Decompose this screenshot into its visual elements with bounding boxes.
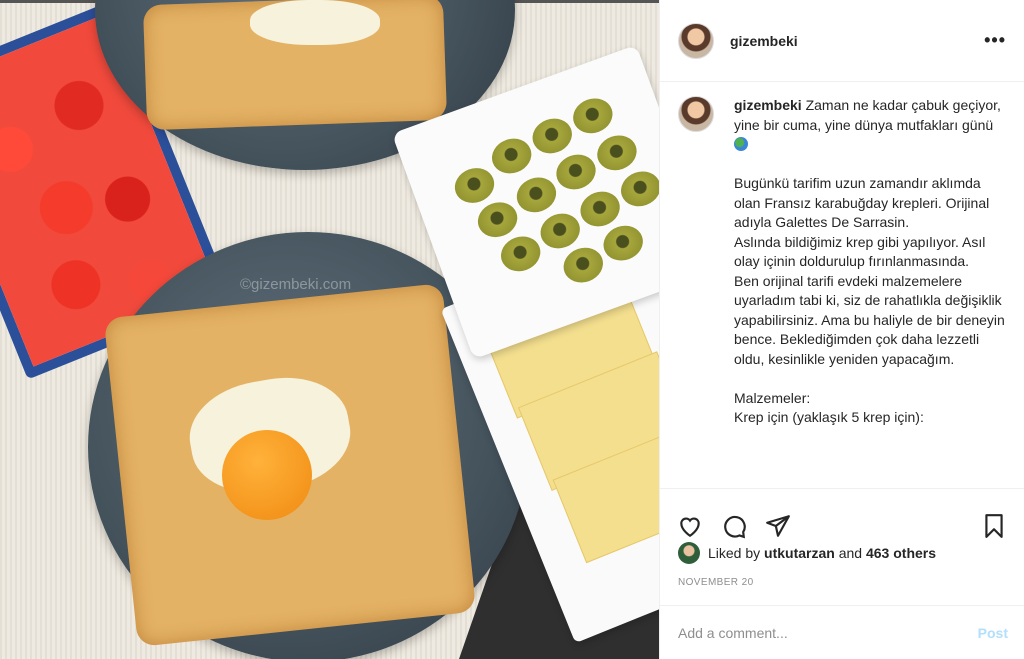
caption-line: Krep için (yaklaşık 5 krep için): xyxy=(734,409,924,425)
egg-yolk xyxy=(222,430,312,520)
likes-others[interactable]: 463 others xyxy=(866,545,936,561)
olive xyxy=(551,149,601,195)
caption-text: gizembeki Zaman ne kadar çabuk geçiyor, … xyxy=(734,96,1006,488)
olive xyxy=(449,162,500,209)
globe-icon xyxy=(734,137,748,151)
likes-prefix: Liked by xyxy=(708,545,761,561)
share-icon[interactable] xyxy=(764,512,792,540)
olive xyxy=(535,208,585,254)
olive xyxy=(511,172,562,218)
caption-line: Ben orijinal tarifi evdeki malzemelere u… xyxy=(734,272,1005,367)
top-egg-white xyxy=(250,0,380,45)
header-username[interactable]: gizembeki xyxy=(730,33,798,49)
post-header: gizembeki ••• xyxy=(660,0,1024,82)
comment-icon[interactable] xyxy=(720,512,748,540)
caption-area: gizembeki Zaman ne kadar çabuk geçiyor, … xyxy=(678,96,1006,488)
likes-line: Liked by utkutarzan and 463 others xyxy=(678,542,936,564)
likes-and: and xyxy=(838,545,863,561)
olive xyxy=(487,133,537,179)
olive xyxy=(598,220,648,266)
comment-bar: Post xyxy=(660,605,1024,659)
liker-username[interactable]: utkutarzan xyxy=(764,545,835,561)
post-side-panel: gizembeki ••• gizembeki Zaman ne kadar ç… xyxy=(659,0,1024,659)
olive xyxy=(558,242,608,288)
heart-icon[interactable] xyxy=(676,512,704,540)
post-button[interactable]: Post xyxy=(978,625,1008,641)
caption-username[interactable]: gizembeki xyxy=(734,97,802,113)
action-bar xyxy=(660,488,1024,548)
avatar[interactable] xyxy=(678,22,714,59)
caption-avatar[interactable] xyxy=(678,96,714,132)
post-photo[interactable]: ©gizembeki.com xyxy=(0,0,659,659)
caption-line: Bugünkü tarifim uzun zamandır aklımda ol… xyxy=(734,175,994,230)
olive xyxy=(616,166,659,212)
olive xyxy=(592,130,642,176)
liker-avatar[interactable] xyxy=(678,542,700,564)
more-horizontal-icon[interactable]: ••• xyxy=(984,30,1006,51)
olive xyxy=(568,93,618,139)
olive xyxy=(496,231,546,277)
caption-line: Malzemeler: xyxy=(734,389,811,406)
caption-line: Aslında bildiğimiz krep gibi yapılıyor. … xyxy=(734,233,990,270)
post-date[interactable]: NOVEMBER 20 xyxy=(678,577,754,588)
comment-input[interactable] xyxy=(678,624,978,641)
olive xyxy=(472,196,523,243)
olive xyxy=(575,186,625,232)
bookmark-icon[interactable] xyxy=(980,512,1008,540)
olive xyxy=(527,113,577,159)
photo-watermark: ©gizembeki.com xyxy=(240,276,352,293)
